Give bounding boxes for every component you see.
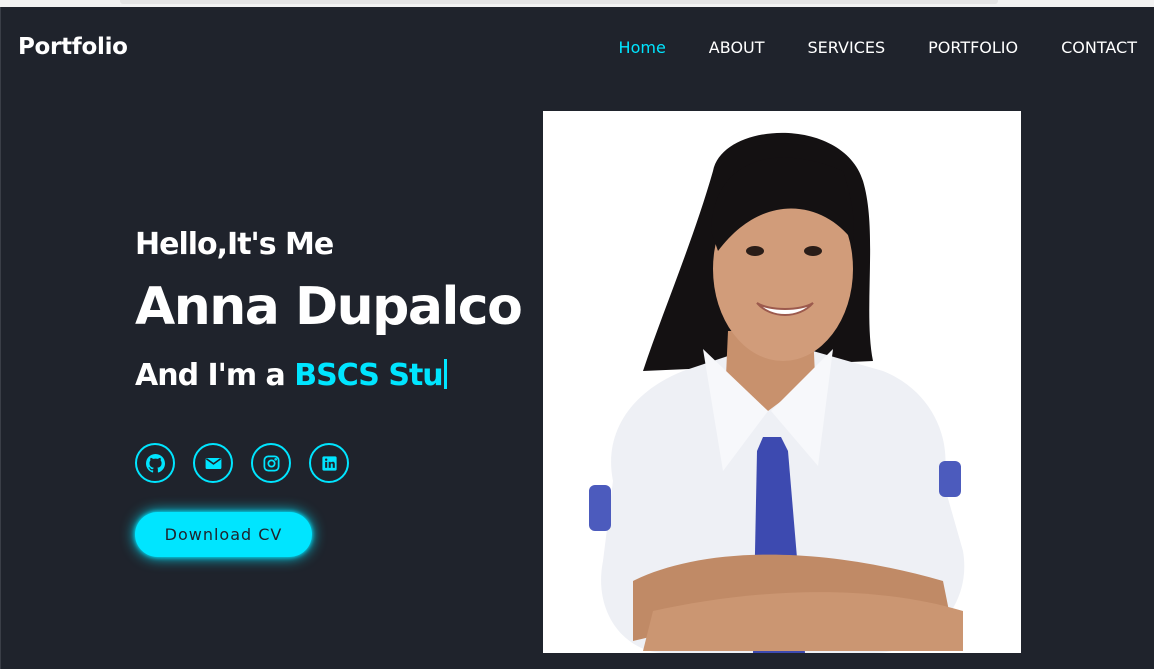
hero-role: And I'm a BSCS Stu <box>135 358 447 393</box>
github-link[interactable] <box>135 443 175 483</box>
browser-scroll-bar[interactable] <box>120 0 998 4</box>
main-nav: Home ABOUT SERVICES PORTFOLIO CONTACT <box>619 38 1137 57</box>
nav-home[interactable]: Home <box>619 38 666 57</box>
profile-photo <box>543 111 1021 653</box>
nav-services[interactable]: SERVICES <box>808 38 886 57</box>
linkedin-link[interactable] <box>309 443 349 483</box>
social-links <box>135 443 349 483</box>
site-logo[interactable]: Portfolio <box>18 34 128 60</box>
nav-contact[interactable]: CONTACT <box>1061 38 1137 57</box>
role-prefix: And I'm a <box>135 358 295 393</box>
email-link[interactable] <box>193 443 233 483</box>
download-cv-button[interactable]: Download CV <box>135 512 312 557</box>
instagram-link[interactable] <box>251 443 291 483</box>
portfolio-page: Portfolio Home ABOUT SERVICES PORTFOLIO … <box>0 7 1154 669</box>
linkedin-icon <box>321 455 337 471</box>
github-icon <box>145 453 165 473</box>
role-typed-text: BSCS Stu <box>294 358 443 393</box>
hero-text: Hello,It's Me Anna Dupalco And I'm a BSC… <box>135 227 523 393</box>
nav-portfolio[interactable]: PORTFOLIO <box>928 38 1018 57</box>
hero-greeting: Hello,It's Me <box>135 227 334 262</box>
mail-icon <box>205 457 221 469</box>
browser-chrome-strip <box>0 0 1154 7</box>
profile-photo-illustration <box>543 111 1021 653</box>
nav-about[interactable]: ABOUT <box>709 38 765 57</box>
typing-cursor <box>443 359 447 389</box>
hero-name: Anna Dupalco <box>135 277 523 337</box>
instagram-icon <box>263 455 279 471</box>
